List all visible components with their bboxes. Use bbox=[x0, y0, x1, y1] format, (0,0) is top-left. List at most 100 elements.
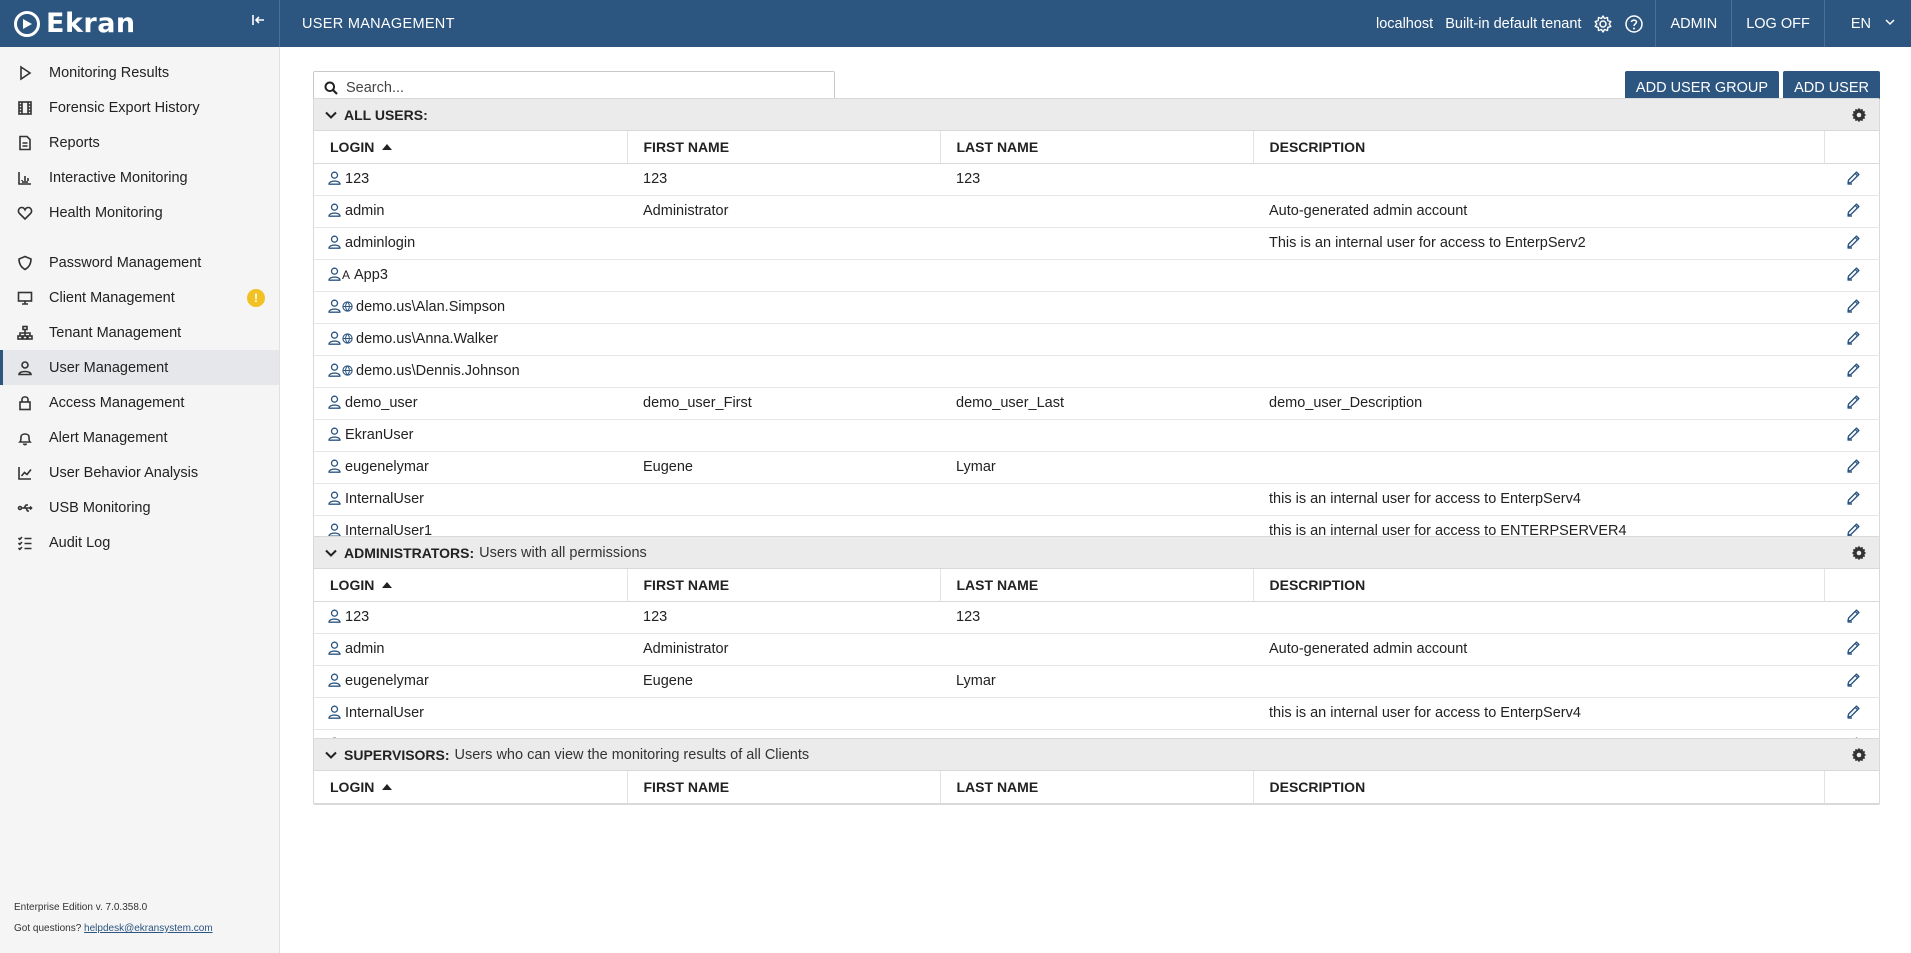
edit-icon[interactable] bbox=[1846, 170, 1861, 185]
sidebar-item-tenant-management[interactable]: Tenant Management bbox=[0, 315, 279, 350]
column-header[interactable]: LOGIN bbox=[314, 771, 628, 804]
column-header[interactable]: FIRST NAME bbox=[627, 131, 941, 164]
sidebar-item-user-management[interactable]: User Management bbox=[0, 350, 279, 385]
user-icon bbox=[328, 673, 341, 687]
edit-icon[interactable] bbox=[1846, 234, 1861, 249]
table-row[interactable]: adminlogin This is an internal user for a… bbox=[314, 227, 1880, 260]
first-name-cell: demo_user_First bbox=[627, 387, 940, 420]
table-row[interactable]: EkranUser bbox=[314, 419, 1880, 452]
sidebar-item-health-monitoring[interactable]: Health Monitoring bbox=[0, 195, 279, 230]
bell-icon bbox=[16, 429, 33, 446]
language-label: EN bbox=[1850, 15, 1871, 32]
column-header[interactable]: LOGIN bbox=[314, 131, 628, 164]
login-cell: eugenelymar bbox=[314, 451, 627, 484]
help-icon[interactable] bbox=[1624, 14, 1644, 34]
login-cell: adminlogin bbox=[314, 227, 627, 260]
table-row[interactable]: demo_user demo_user_First demo_user_Last de… bbox=[314, 387, 1880, 420]
sidebar-item-usb-monitoring[interactable]: USB Monitoring bbox=[0, 490, 279, 525]
chevron-down-icon[interactable] bbox=[324, 748, 338, 762]
table-row[interactable]: 123 123 123 bbox=[314, 163, 1880, 196]
table-row[interactable]: InternalUser this is an internal user for… bbox=[314, 697, 1880, 730]
table-row[interactable]: demo.us\Anna.Walker bbox=[314, 323, 1880, 356]
sidebar-item-reports[interactable]: Reports bbox=[0, 125, 279, 160]
edit-icon[interactable] bbox=[1846, 522, 1861, 537]
warning-badge: ! bbox=[247, 289, 265, 307]
edit-icon[interactable] bbox=[1846, 672, 1861, 687]
admin-button[interactable]: ADMIN bbox=[1655, 0, 1731, 47]
edit-icon[interactable] bbox=[1846, 458, 1861, 473]
table-row[interactable]: A App3 bbox=[314, 259, 1880, 292]
table-row[interactable]: 123 123 123 bbox=[314, 601, 1880, 634]
user-icon bbox=[328, 171, 341, 185]
edit-icon[interactable] bbox=[1846, 298, 1861, 313]
edit-icon[interactable] bbox=[1846, 394, 1861, 409]
chevron-down-icon[interactable] bbox=[324, 108, 338, 122]
sidebar-item-client-management[interactable]: Client Management! bbox=[0, 280, 279, 315]
user-icon bbox=[328, 395, 341, 409]
sidebar-item-label: Health Monitoring bbox=[49, 204, 163, 221]
gear-icon[interactable] bbox=[1593, 14, 1613, 34]
table-row[interactable]: admin Administrator Auto-generated admin a… bbox=[314, 633, 1880, 666]
sidebar-item-user-behavior-analysis[interactable]: User Behavior Analysis bbox=[0, 455, 279, 490]
edit-icon[interactable] bbox=[1846, 426, 1861, 441]
description-cell bbox=[1253, 601, 1824, 634]
table-row[interactable]: eugenelymar Eugene Lymar bbox=[314, 665, 1880, 698]
edit-icon[interactable] bbox=[1846, 362, 1861, 377]
group-description: Users with all permissions bbox=[479, 544, 647, 561]
table-row[interactable]: admin Administrator Auto-generated admin a… bbox=[314, 195, 1880, 228]
last-name-cell bbox=[940, 323, 1253, 356]
column-header-label: DESCRIPTION bbox=[1269, 138, 1366, 155]
group-title: ALL USERS: bbox=[344, 106, 428, 123]
column-header[interactable]: DESCRIPTION bbox=[1253, 131, 1825, 164]
login-cell: A App3 bbox=[314, 259, 627, 292]
sidebar-item-access-management[interactable]: Access Management bbox=[0, 385, 279, 420]
sidebar-item-audit-log[interactable]: Audit Log bbox=[0, 525, 279, 560]
edit-icon[interactable] bbox=[1846, 704, 1861, 719]
edit-cell bbox=[1824, 355, 1880, 388]
login-text: demo.us\Dennis.Johnson bbox=[356, 363, 520, 379]
edit-icon[interactable] bbox=[1846, 490, 1861, 505]
group-title: ADMINISTRATORS: bbox=[344, 544, 475, 561]
column-header[interactable]: FIRST NAME bbox=[627, 771, 941, 804]
first-name-cell bbox=[627, 323, 940, 356]
column-header[interactable]: DESCRIPTION bbox=[1253, 771, 1825, 804]
column-header[interactable]: FIRST NAME bbox=[627, 569, 941, 602]
gear-icon[interactable] bbox=[1851, 545, 1867, 561]
sidebar-item-interactive-monitoring[interactable]: Interactive Monitoring bbox=[0, 160, 279, 195]
chevron-down-icon[interactable] bbox=[324, 546, 338, 560]
table-row[interactable]: demo.us\Alan.Simpson bbox=[314, 291, 1880, 324]
table-row[interactable]: demo.us\Dennis.Johnson bbox=[314, 355, 1880, 388]
edit-icon[interactable] bbox=[1846, 640, 1861, 655]
column-header[interactable]: LAST NAME bbox=[940, 131, 1254, 164]
table-row[interactable]: InternalUser this is an internal user for… bbox=[314, 483, 1880, 516]
log-off-button[interactable]: LOG OFF bbox=[1731, 0, 1824, 47]
helpdesk-email-link[interactable]: helpdesk@ekransystem.com bbox=[84, 923, 213, 934]
globe-icon bbox=[342, 333, 353, 344]
sidebar-item-monitoring-results[interactable]: Monitoring Results bbox=[0, 55, 279, 90]
sidebar-item-alert-management[interactable]: Alert Management bbox=[0, 420, 279, 455]
description-cell bbox=[1253, 355, 1824, 388]
edit-icon[interactable] bbox=[1846, 202, 1861, 217]
tenant-name: Built-in default tenant bbox=[1445, 15, 1582, 32]
language-select[interactable]: EN bbox=[1823, 0, 1911, 47]
gear-icon[interactable] bbox=[1851, 747, 1867, 763]
sidebar-item-password-management[interactable]: Password Management bbox=[0, 245, 279, 280]
edit-cell bbox=[1824, 697, 1880, 730]
search-input[interactable] bbox=[346, 79, 834, 96]
edit-icon[interactable] bbox=[1846, 266, 1861, 281]
column-header[interactable]: LAST NAME bbox=[940, 569, 1254, 602]
column-header[interactable]: LAST NAME bbox=[940, 771, 1254, 804]
user-icon bbox=[328, 523, 341, 537]
table-row[interactable]: eugenelymar Eugene Lymar bbox=[314, 451, 1880, 484]
column-header[interactable]: DESCRIPTION bbox=[1253, 569, 1825, 602]
edit-icon[interactable] bbox=[1846, 608, 1861, 623]
logo-area: Ekran bbox=[0, 0, 280, 47]
column-header[interactable]: LOGIN bbox=[314, 569, 628, 602]
description-cell: demo_user_Description bbox=[1253, 387, 1824, 420]
gear-icon[interactable] bbox=[1851, 107, 1867, 123]
collapse-sidebar-icon[interactable] bbox=[252, 13, 266, 31]
login-text: eugenelymar bbox=[345, 459, 429, 475]
sidebar-item-forensic-export-history[interactable]: Forensic Export History bbox=[0, 90, 279, 125]
last-name-cell bbox=[940, 355, 1253, 388]
edit-icon[interactable] bbox=[1846, 330, 1861, 345]
